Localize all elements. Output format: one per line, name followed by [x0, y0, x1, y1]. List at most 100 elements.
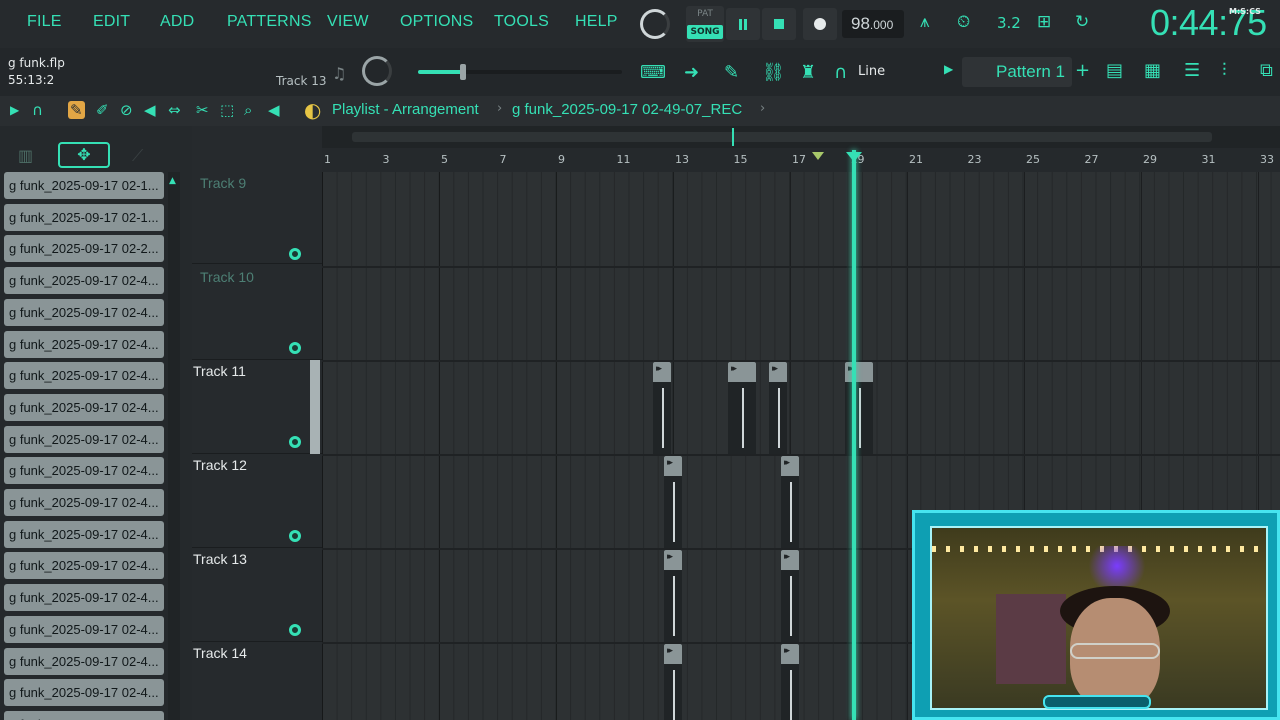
delete-tool-icon[interactable]: ⊘	[120, 101, 133, 119]
track-led-icon[interactable]	[289, 530, 301, 542]
slice-tool-icon[interactable]: ✂	[196, 101, 209, 119]
piano-icon[interactable]: ▥	[18, 146, 33, 165]
piano-roll-icon[interactable]: ▦	[1144, 60, 1161, 81]
browser-clip-item[interactable]: g funk_2025-09-17 02-4...	[4, 457, 164, 485]
typing-keyboard-icon[interactable]: ⌨	[640, 62, 666, 83]
clip-header[interactable]	[664, 644, 682, 664]
pause-button[interactable]	[726, 8, 760, 40]
browser-clip-item[interactable]: g funk_2025-09-17 02-4...	[4, 520, 164, 548]
clip-header[interactable]	[845, 362, 873, 382]
select-tool-icon[interactable]: ⬚	[220, 101, 234, 119]
pitch-knob[interactable]	[362, 56, 392, 86]
audio-clip[interactable]	[781, 456, 799, 548]
audio-clip[interactable]	[664, 644, 682, 720]
browser-scrollbar[interactable]: ▲	[168, 172, 180, 720]
browser-clip-item[interactable]: g funk_2025-09-17 02-4...	[4, 552, 164, 580]
browser-clip-item[interactable]: g funk_2025-09-17 02-4...	[4, 267, 164, 295]
menu-patterns[interactable]: PATTERNS	[227, 13, 312, 31]
scroll-up-icon[interactable]: ▲	[169, 176, 176, 186]
step-edit-icon[interactable]: ⊞	[1037, 12, 1051, 32]
stop-button[interactable]	[762, 8, 796, 40]
mute-tool-icon[interactable]: ◀	[144, 101, 156, 119]
browser-clip-item[interactable]: g funk_2025-09-17 02-2...	[4, 235, 164, 263]
pattern-selector[interactable]: Pattern 1	[962, 57, 1072, 87]
menu-help[interactable]: HELP	[575, 13, 618, 31]
track-header-14[interactable]: Track 14	[192, 642, 322, 720]
clip-header[interactable]	[653, 362, 671, 382]
browser-clip-item[interactable]: g funk_2025-09-17 02-4...	[4, 393, 164, 421]
clip-header[interactable]	[728, 362, 756, 382]
clip-header[interactable]	[781, 456, 799, 476]
menu-tools[interactable]: TOOLS	[494, 13, 549, 31]
track-header-12[interactable]: Track 12	[192, 454, 322, 548]
audio-clip[interactable]	[653, 362, 671, 454]
wait-input-icon[interactable]: ⏲	[957, 12, 970, 32]
track-led-icon[interactable]	[289, 342, 301, 354]
menu-options[interactable]: OPTIONS	[400, 13, 473, 31]
browser-clip-item[interactable]: g funk_2025-09-17 02-4...	[4, 647, 164, 675]
metronome-icon[interactable]: ⩚	[920, 12, 930, 32]
browser-clip-item[interactable]: g funk_2025-09-17 02-4...	[4, 298, 164, 326]
add-pattern-icon[interactable]: +	[1075, 60, 1090, 81]
audio-clip[interactable]	[664, 456, 682, 548]
browser-clip-item[interactable]: g funk_2025-09-17 02-4...	[4, 615, 164, 643]
tempo-display[interactable]: 98.000	[842, 10, 904, 38]
stamp-icon[interactable]: ♜	[800, 62, 816, 83]
loop-record-icon[interactable]: ↻	[1075, 12, 1089, 32]
clip-header[interactable]	[781, 644, 799, 664]
browser-clip-item[interactable]: g funk_2025-09-17 02-4...	[4, 489, 164, 516]
browser-clip-item[interactable]: g funk_2025-09-17 02-4...	[4, 362, 164, 390]
track-header-9[interactable]: Track 9	[192, 172, 322, 264]
browser-clip-item[interactable]: g funk_2025-09-17 02-4...	[4, 679, 164, 707]
loop-start-marker[interactable]	[812, 152, 824, 160]
audio-clip[interactable]	[781, 644, 799, 720]
master-slider-handle[interactable]	[459, 64, 466, 80]
browser-toggle-icon[interactable]: ⧉	[1260, 60, 1273, 81]
browser-clip-item[interactable]: g funk_2025-09-17 02-4...	[4, 710, 164, 720]
magnet-icon[interactable]: ∩	[834, 62, 847, 83]
playback-tool-icon[interactable]: ◀	[268, 101, 280, 119]
clip-header[interactable]	[769, 362, 787, 382]
draw-tool-icon[interactable]: ✎	[68, 101, 85, 119]
playlist-overview-scrollbar[interactable]	[322, 126, 1280, 148]
snap-arrow-icon[interactable]: ▶	[944, 62, 953, 76]
channel-rack-icon[interactable]: ☰	[1184, 60, 1200, 81]
link-icon[interactable]: ⛓	[762, 62, 785, 83]
playlist-view-icon[interactable]: ▤	[1106, 60, 1123, 81]
track-header-10[interactable]: Track 10	[192, 266, 322, 360]
paint-tool-icon[interactable]: ✐	[96, 101, 109, 119]
menu-edit[interactable]: EDIT	[93, 13, 130, 31]
audio-clip[interactable]	[728, 362, 756, 454]
audio-clip[interactable]	[769, 362, 787, 454]
magnet-snap-icon[interactable]: ∩	[32, 101, 43, 119]
playlist-menu-arrow-icon[interactable]: ▶	[10, 103, 19, 117]
arrow-right-icon[interactable]: ➜	[684, 62, 699, 83]
overview-handle[interactable]	[352, 132, 1212, 142]
audio-clip[interactable]	[781, 550, 799, 642]
track-led-icon[interactable]	[289, 248, 301, 260]
playhead-marker[interactable]	[846, 152, 862, 162]
clip-header[interactable]	[664, 456, 682, 476]
track-header-13[interactable]: Track 13	[192, 548, 322, 642]
mixer-icon[interactable]: ⫶	[1222, 60, 1227, 81]
automation-icon[interactable]: ⟋	[132, 146, 143, 166]
record-button[interactable]	[803, 8, 837, 40]
draw-icon[interactable]: ✎	[724, 62, 739, 83]
playhead-line[interactable]	[852, 150, 856, 720]
clip-header[interactable]	[664, 550, 682, 570]
timeline-ruler[interactable]: 1 3 5 7 9 11 13 15 17 19 21 23 25 27 29 31 33	[322, 148, 1280, 172]
browser-clip-item[interactable]: g funk_2025-09-17 02-4...	[4, 584, 164, 612]
snap-select[interactable]: Line	[858, 64, 885, 79]
track-header-11[interactable]: Track 11	[192, 360, 322, 454]
zoom-tool-icon[interactable]: ⌕	[244, 101, 252, 119]
browser-clip-item[interactable]: g funk_2025-09-17 02-1...	[4, 203, 164, 231]
track-selected-grip[interactable]	[310, 360, 320, 454]
slip-tool-icon[interactable]: ⇔	[168, 101, 181, 119]
browser-clip-item[interactable]: g funk_2025-09-17 02-1...	[4, 172, 164, 199]
menu-view[interactable]: VIEW	[327, 13, 369, 31]
menu-file[interactable]: FILE	[27, 13, 62, 31]
audio-clip[interactable]	[664, 550, 682, 642]
clip-header[interactable]	[781, 550, 799, 570]
audio-clips-tab-icon[interactable]: ✥	[58, 142, 110, 168]
track-led-icon[interactable]	[289, 436, 301, 448]
